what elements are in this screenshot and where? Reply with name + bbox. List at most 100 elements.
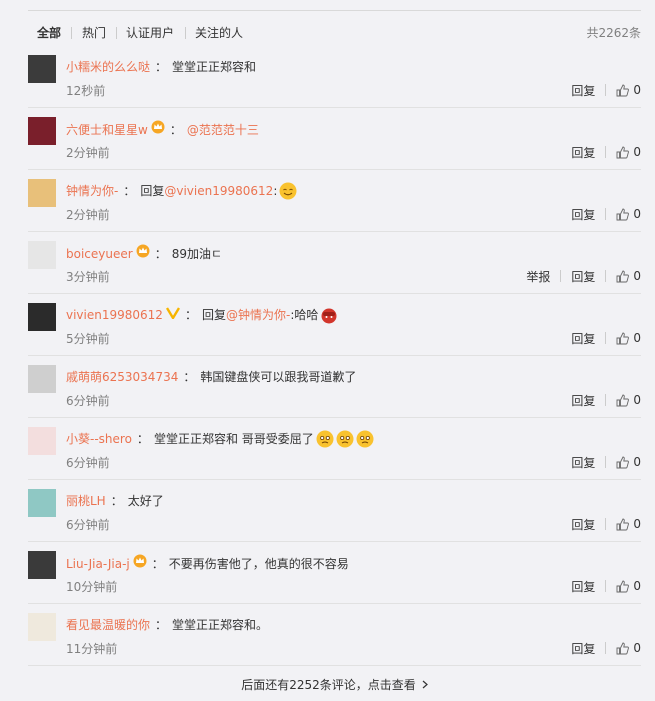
like-button[interactable]: 0 [616,207,641,221]
comment-text: 韩国键盘侠可以跟我哥道歉了 [200,370,357,384]
comment-item: 六便士和星星w ： @范范范十三 2分钟前 回复 0 [28,108,641,170]
tab-separator [71,27,72,39]
crown-icon [136,244,150,263]
colon-separator: ： [183,370,196,384]
like-count: 0 [633,393,641,407]
comment-time: 10分钟前 [66,580,118,594]
like-button[interactable]: 0 [616,579,641,593]
like-button[interactable]: 0 [616,269,641,283]
comment-time: 6分钟前 [66,394,110,408]
comment-actions: 回复 0 [571,392,641,408]
like-button[interactable]: 0 [616,145,641,159]
avatar[interactable] [28,613,56,641]
like-button[interactable]: 0 [616,393,641,407]
report-button[interactable]: 举报 [526,268,550,285]
comment-text: 89加油ㄷ [171,246,223,261]
tab-all[interactable]: 全部 [37,24,61,41]
avatar[interactable] [28,551,56,579]
like-count: 0 [633,331,641,345]
thumbs-up-icon [616,580,630,592]
reply-button[interactable]: 回复 [571,454,595,471]
colon-separator: ： [155,60,168,74]
comment-text: 堂堂正正郑容和 [172,60,257,74]
like-button[interactable]: 0 [616,331,641,345]
action-separator [605,456,607,468]
comment-username[interactable]: 小糯米的么么哒 [66,58,150,76]
like-button[interactable]: 0 [616,517,641,531]
like-button[interactable]: 0 [616,455,641,469]
action-separator [605,580,607,592]
thumbs-up-icon [616,394,630,406]
comment-actions: 回复 0 [571,144,641,160]
comment-username[interactable]: 丽桃LH [66,492,106,510]
reply-button[interactable]: 回复 [571,206,595,223]
reply-button[interactable]: 回复 [571,268,595,285]
comment-line: 丽桃LH ： 太好了 [66,492,164,510]
action-separator [560,270,562,282]
avatar[interactable] [28,55,56,83]
avatar[interactable] [28,489,56,517]
comment-item: vivien19980612：回复 @钟情为你-:哈哈 5分钟前 回复 0 [28,294,641,356]
comment-line: Liu-Jia-Jia-j ： 不要再伤害他了，他真的很不容易 [66,554,349,573]
comment-line: 看见最温暖的你 ： 堂堂正正郑容和。 [66,616,268,634]
comment-time: 3分钟前 [66,270,110,284]
like-count: 0 [633,207,641,221]
comment-actions: 回复 0 [571,640,641,656]
chevron-right-icon [422,678,428,692]
thumbs-up-icon [616,208,630,220]
tab-hot[interactable]: 热门 [82,24,106,41]
avatar[interactable] [28,179,56,207]
tab-following[interactable]: 关注的人 [195,24,243,41]
comment-username[interactable]: 钟情为你- [66,182,118,200]
reply-button[interactable]: 回复 [571,640,595,657]
comment-username[interactable]: 戚萌萌6253034734 [66,368,178,386]
reply-button[interactable]: 回复 [571,82,595,99]
comment-panel: 全部 热门 认证用户 关注的人 共2262条 小糯米的么么哒 ： 堂堂正正郑容和 12… [28,0,641,701]
like-button[interactable]: 0 [616,83,641,97]
comment-username[interactable]: boiceyueer [66,245,133,263]
comment-line: 小葵--shero ： 堂堂正正郑容和 哥哥受委屈了 [66,430,374,448]
comment-actions: 回复 0 [571,454,641,470]
reply-button[interactable]: 回复 [571,144,595,161]
avatar[interactable] [28,303,56,331]
avatar[interactable] [28,365,56,393]
action-separator [605,84,607,96]
colon-separator: ： [184,308,197,322]
comment-time: 6分钟前 [66,456,110,470]
reply-button[interactable]: 回复 [571,578,595,595]
reply-button[interactable]: 回复 [571,516,595,533]
mention-link[interactable]: @vivien19980612 [164,182,273,200]
mention-link[interactable]: @钟情为你- [226,306,290,324]
comment-actions: 举报 回复 0 [526,268,641,284]
smile-emoji [277,182,297,200]
avatar[interactable] [28,427,56,455]
colon-separator: ： [110,494,123,508]
colon-separator: ： [169,122,182,137]
comment-actions: 回复 0 [571,516,641,532]
tab-verified[interactable]: 认证用户 [126,24,174,41]
comment-username[interactable]: 小葵--shero [66,430,132,448]
comment-text: 堂堂正正郑容和。 [172,618,269,632]
comment-time: 5分钟前 [66,332,110,346]
comment-text: :哈哈 [290,308,319,322]
action-separator [605,518,607,530]
comment-username[interactable]: Liu-Jia-Jia-j [66,555,130,573]
avatar[interactable] [28,241,56,269]
comment-actions: 回复 0 [571,578,641,594]
mention-link[interactable]: @范范范十三 [187,121,259,139]
comment-username[interactable]: 看见最温暖的你 [66,616,150,634]
comment-item: 小葵--shero ： 堂堂正正郑容和 哥哥受委屈了 6分钟前 回复 0 [28,418,641,480]
reply-button[interactable]: 回复 [571,392,595,409]
reply-button[interactable]: 回复 [571,330,595,347]
comment-line: boiceyueer ： 89加油ㄷ [66,244,222,263]
colon-separator: ： [151,556,164,571]
comment-username[interactable]: vivien19980612 [66,306,163,324]
like-button[interactable]: 0 [616,641,641,655]
comment-total: 共2262条 [586,26,641,40]
top-divider [28,10,641,11]
load-more-link[interactable]: 后面还有2252条评论，点击查看 [28,676,641,693]
tab-separator [185,27,186,39]
comment-item: 钟情为你-：回复 @vivien19980612:2分钟前 回复 0 [28,170,641,232]
comment-username[interactable]: 六便士和星星w [66,121,148,139]
avatar[interactable] [28,117,56,145]
